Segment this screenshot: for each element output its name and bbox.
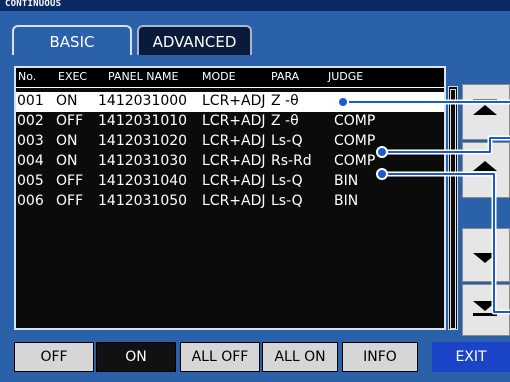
all-off-button[interactable]: ALL OFF — [180, 342, 260, 372]
col-para: PARA — [271, 70, 300, 83]
cell-no: 005 — [17, 173, 44, 189]
col-judge: JUDGE — [328, 70, 364, 83]
page-down-button[interactable] — [462, 284, 510, 336]
page-down-icon — [473, 301, 497, 311]
cell-mode: LCR+ADJ — [202, 153, 266, 169]
cell-judge: BIN — [334, 173, 359, 189]
down-button[interactable] — [462, 228, 510, 282]
col-exec: EXEC — [58, 70, 88, 83]
cell-panel: 1412031000 — [98, 93, 188, 109]
on-button[interactable]: ON — [96, 342, 176, 372]
page-up-button[interactable] — [462, 84, 510, 140]
col-mode: MODE — [202, 70, 236, 83]
cell-judge: BIN — [334, 193, 359, 209]
cell-para: Z -θ — [271, 93, 299, 109]
cell-mode: LCR+ADJ — [202, 193, 266, 209]
cell-no: 001 — [17, 93, 44, 109]
exit-button[interactable]: EXIT — [432, 342, 510, 372]
up-button[interactable] — [462, 142, 510, 198]
cell-judge: COMP — [334, 153, 376, 169]
list-scrollbar[interactable] — [448, 86, 458, 330]
title-bar: CONTINUOUS — [0, 0, 510, 11]
tab-advanced[interactable]: ADVANCED — [137, 25, 252, 55]
table-row[interactable]: 005 OFF 1412031040 LCR+ADJ Ls-Q BIN — [16, 172, 444, 192]
cell-mode: LCR+ADJ — [202, 93, 266, 109]
info-button[interactable]: INFO — [342, 342, 418, 372]
cell-para: Ls-Q — [271, 193, 303, 209]
tab-basic[interactable]: BASIC — [12, 25, 132, 55]
cell-panel: 1412031030 — [98, 153, 188, 169]
table-row[interactable]: 001 ON 1412031000 LCR+ADJ Z -θ — [16, 92, 444, 112]
table-row[interactable]: 003 ON 1412031020 LCR+ADJ Ls-Q COMP — [16, 132, 444, 152]
cell-panel: 1412031010 — [98, 113, 188, 129]
col-panel-name: PANEL NAME — [108, 70, 179, 83]
table-header: No. EXEC PANEL NAME MODE PARA JUDGE — [16, 68, 444, 88]
off-button[interactable]: OFF — [14, 342, 94, 372]
up-icon — [473, 161, 497, 171]
panel-list: No. EXEC PANEL NAME MODE PARA JUDGE 001 … — [14, 66, 446, 330]
cell-exec: ON — [56, 93, 78, 109]
all-on-button[interactable]: ALL ON — [262, 342, 338, 372]
cell-mode: LCR+ADJ — [202, 173, 266, 189]
cell-mode: LCR+ADJ — [202, 133, 266, 149]
cell-para: Z -θ — [271, 113, 299, 129]
cell-no: 004 — [17, 153, 44, 169]
cell-no: 003 — [17, 133, 44, 149]
cell-panel: 1412031040 — [98, 173, 188, 189]
cell-exec: OFF — [56, 193, 84, 209]
cell-para: Rs-Rd — [271, 153, 312, 169]
cell-panel: 1412031020 — [98, 133, 188, 149]
table-row[interactable]: 002 OFF 1412031010 LCR+ADJ Z -θ COMP — [16, 112, 444, 132]
cell-exec: ON — [56, 153, 78, 169]
cell-judge: COMP — [334, 113, 376, 129]
table-row[interactable]: 006 OFF 1412031050 LCR+ADJ Ls-Q BIN — [16, 192, 444, 212]
cell-panel: 1412031050 — [98, 193, 188, 209]
cell-para: Ls-Q — [271, 173, 303, 189]
cell-no: 002 — [17, 113, 44, 129]
cell-exec: OFF — [56, 173, 84, 189]
cell-no: 006 — [17, 193, 44, 209]
down-icon — [473, 253, 497, 263]
cell-mode: LCR+ADJ — [202, 113, 266, 129]
cell-exec: OFF — [56, 113, 84, 129]
cell-para: Ls-Q — [271, 133, 303, 149]
cell-exec: ON — [56, 133, 78, 149]
table-row[interactable]: 004 ON 1412031030 LCR+ADJ Rs-Rd COMP — [16, 152, 444, 172]
page-up-icon — [473, 99, 497, 102]
col-no: No. — [18, 70, 37, 83]
scroll-thumb[interactable] — [450, 89, 456, 329]
table-rows: 001 ON 1412031000 LCR+ADJ Z -θ 002 OFF 1… — [16, 92, 444, 212]
cell-judge: COMP — [334, 133, 376, 149]
window-title: CONTINUOUS — [5, 0, 62, 9]
